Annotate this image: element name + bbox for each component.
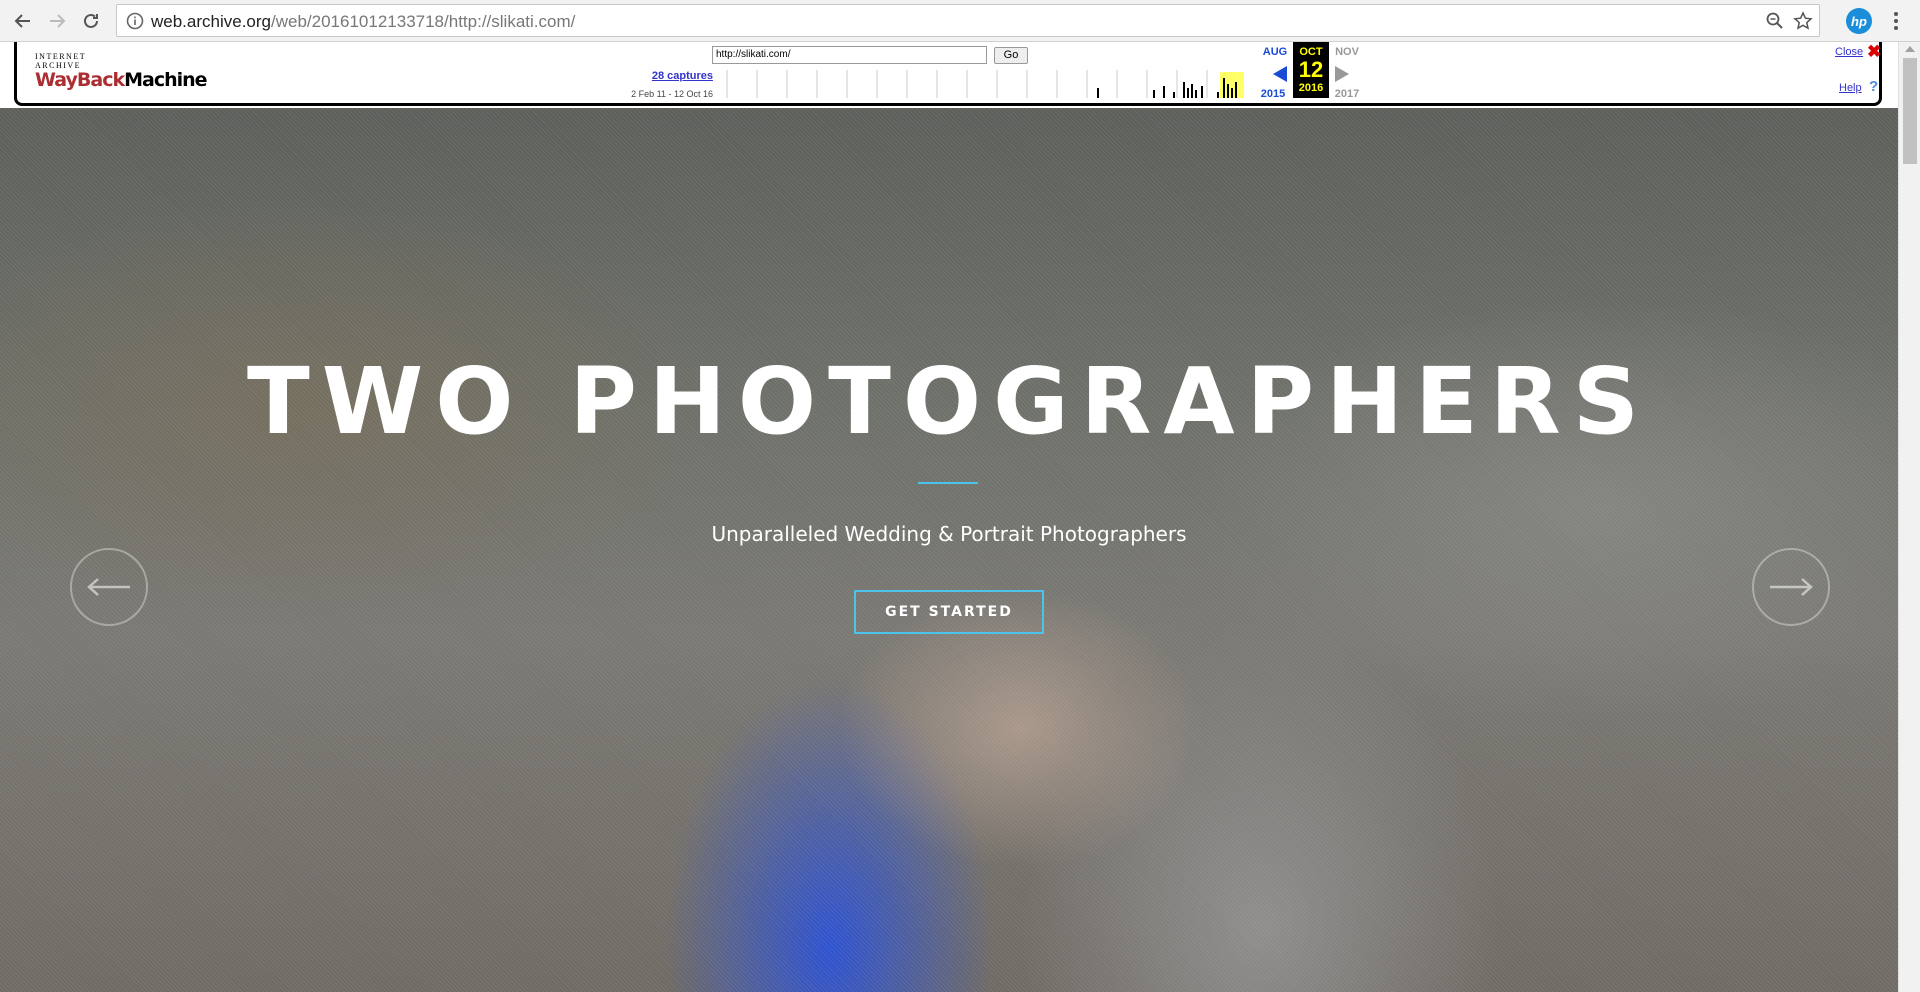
prev-month-link[interactable]: AUG — [1257, 46, 1293, 58]
wayback-help-link[interactable]: Help — [1839, 82, 1862, 94]
captures-link-wrap: 28 captures — [597, 70, 713, 82]
current-year: 2016 — [1298, 82, 1324, 94]
scroll-thumb[interactable] — [1903, 58, 1917, 164]
page-scrollbar[interactable] — [1898, 42, 1920, 992]
prev-year-link[interactable]: 2015 — [1255, 88, 1291, 100]
arrow-right-icon — [1770, 578, 1813, 596]
next-capture-arrow-icon[interactable] — [1335, 66, 1349, 82]
prev-capture-arrow-icon[interactable] — [1273, 66, 1287, 82]
wayback-toolbar: INTERNET ARCHIVE WayBackMachine http://s… — [14, 42, 1882, 106]
info-icon[interactable] — [125, 11, 145, 31]
reload-icon — [84, 13, 98, 28]
scroll-up-icon[interactable] — [1905, 46, 1915, 52]
next-year-label: 2017 — [1334, 88, 1360, 100]
hero-title: TWO PHOTOGRAPHERS — [247, 348, 1651, 455]
wayback-go-button[interactable]: Go — [994, 47, 1028, 64]
next-month-label: NOV — [1335, 46, 1359, 58]
url-path: /web/20161012133718/http://slikati.com/ — [271, 12, 576, 31]
close-x-icon[interactable]: ✖ — [1867, 42, 1881, 62]
forward-button[interactable] — [44, 8, 70, 34]
url-host: web.archive.org — [151, 12, 272, 31]
help-question-icon[interactable]: ? — [1869, 78, 1878, 95]
reload-button[interactable] — [78, 8, 104, 34]
wayback-logo-machine: Machine — [124, 69, 207, 91]
address-bar[interactable]: web.archive.org/web/20161012133718/http:… — [116, 4, 1820, 37]
hero-divider — [918, 482, 978, 484]
captures-range: 2 Feb 11 - 12 Oct 16 — [631, 89, 713, 99]
wayback-logo[interactable]: INTERNET ARCHIVE WayBackMachine — [35, 52, 208, 92]
carousel-prev-button[interactable] — [70, 548, 148, 626]
hero-subtitle: Unparalleled Wedding & Portrait Photogra… — [711, 522, 1187, 546]
url-text[interactable]: web.archive.org/web/20161012133718/http:… — [151, 12, 575, 32]
current-capture-date: OCT 12 2016 — [1293, 42, 1329, 98]
menu-dots-icon[interactable] — [1888, 9, 1904, 33]
capture-sparkline[interactable] — [717, 70, 1247, 98]
hero-section: TWO PHOTOGRAPHERS Unparalleled Wedding &… — [0, 108, 1898, 992]
current-day: 12 — [1298, 57, 1324, 82]
wayback-url-input[interactable]: http://slikati.com/ — [712, 46, 987, 64]
wayback-logo-wayback: WayBack — [35, 69, 125, 91]
carousel-next-button[interactable] — [1752, 548, 1830, 626]
back-arrow-icon — [14, 14, 30, 28]
get-started-button[interactable]: GET STARTED — [854, 590, 1044, 634]
forward-arrow-icon — [50, 14, 66, 28]
captures-link[interactable]: 28 captures — [652, 70, 713, 82]
browser-toolbar: web.archive.org/web/20161012133718/http:… — [0, 0, 1920, 42]
zoom-icon[interactable] — [1765, 11, 1785, 31]
hp-extension-icon[interactable]: hp — [1846, 8, 1872, 34]
arrow-left-icon — [87, 578, 130, 596]
wayback-close-link[interactable]: Close — [1835, 46, 1863, 58]
back-button[interactable] — [10, 8, 36, 34]
bookmark-star-icon[interactable] — [1793, 11, 1813, 31]
wayback-logo-top: INTERNET ARCHIVE — [35, 52, 86, 70]
